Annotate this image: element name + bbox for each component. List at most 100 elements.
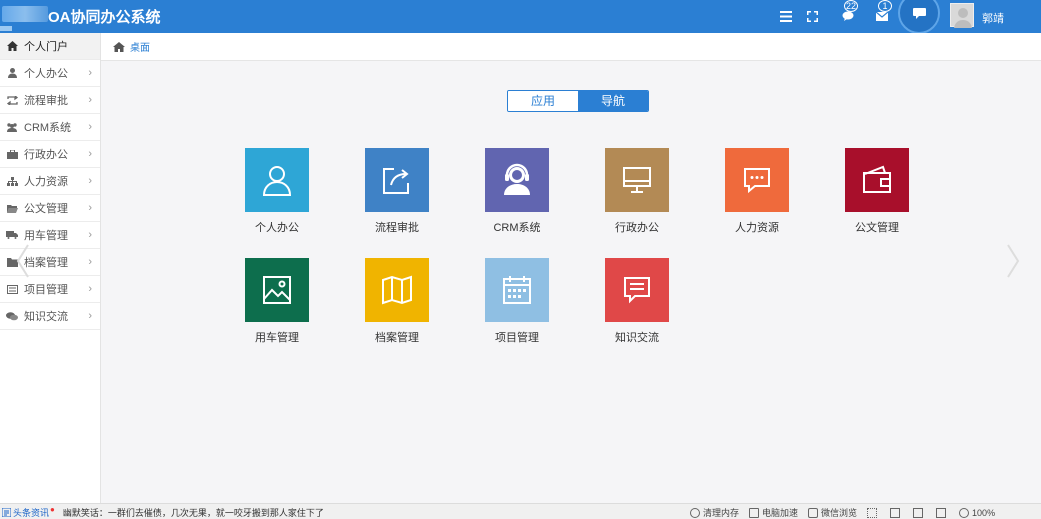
sidebar-item-label: 项目管理 [24, 284, 68, 296]
chevron-right-icon: › [88, 121, 92, 133]
map-icon [382, 275, 412, 305]
menu-icon[interactable] [776, 6, 796, 26]
tray-icon-2[interactable] [890, 507, 903, 518]
tile-box[interactable] [605, 258, 669, 322]
user-icon [6, 67, 18, 79]
monitor-icon [623, 167, 651, 193]
tab-apps[interactable]: 应用 [508, 91, 578, 111]
wallet-icon [863, 165, 891, 193]
news-ticker[interactable]: 幽默笑话：一群们去催债，几次无果，就一咬牙搬到那人家住下了 [63, 506, 324, 519]
list-box-icon [6, 283, 18, 295]
user-tray-icon [867, 507, 878, 518]
tile-label: 项目管理 [495, 332, 539, 344]
fullscreen-icon[interactable] [802, 6, 822, 26]
tile-label: 用车管理 [255, 332, 299, 344]
next-arrow-icon[interactable] [1003, 241, 1023, 281]
tile-workflow[interactable]: 流程审批 [352, 148, 442, 235]
tile-crm[interactable]: CRM系统 [472, 148, 562, 235]
tile-box[interactable] [485, 258, 549, 322]
tile-label: 个人办公 [255, 222, 299, 234]
card-icon [890, 507, 901, 518]
tile-admin-office[interactable]: 行政办公 [592, 148, 682, 235]
sidebar-item-label: 个人门户 [24, 41, 68, 53]
tile-label: 人力资源 [735, 222, 779, 234]
sidebar-item-hr[interactable]: 人力资源 › [0, 168, 100, 195]
message-button[interactable] [898, 0, 940, 34]
retweet-icon [6, 94, 18, 106]
share-box-icon [383, 168, 409, 194]
zoom-level[interactable]: 100% [959, 507, 995, 518]
tile-box[interactable] [845, 148, 909, 212]
sidebar-item-knowledge[interactable]: 知识交流 › [0, 303, 100, 330]
tile-box[interactable] [245, 258, 309, 322]
chevron-right-icon: › [88, 67, 92, 79]
chevron-right-icon: › [88, 202, 92, 214]
tile-archive-mgmt[interactable]: 档案管理 [352, 258, 442, 345]
tile-vehicle-mgmt[interactable]: 用车管理 [232, 258, 322, 345]
sidebar-item-personal[interactable]: 个人办公 › [0, 60, 100, 87]
news-label[interactable]: 头条资讯 [13, 506, 49, 519]
news-icon [2, 508, 11, 517]
chevron-right-icon: › [88, 148, 92, 160]
tile-box[interactable] [725, 148, 789, 212]
top-bar: OA协同办公系统 22 1 郭靖 [0, 0, 1041, 34]
tile-box[interactable] [365, 258, 429, 322]
tile-label: 流程审批 [375, 222, 419, 234]
mail-badge: 1 [878, 0, 892, 12]
breadcrumb-desktop[interactable]: 桌面 [130, 39, 150, 54]
chevron-right-icon: › [88, 256, 92, 268]
folder-open-icon [6, 202, 18, 214]
logo-mark [0, 26, 12, 31]
sidebar-item-crm[interactable]: CRM系统 › [0, 114, 100, 141]
tile-hr[interactable]: 人力资源 [712, 148, 802, 235]
sidebar-item-workflow[interactable]: 流程审批 › [0, 87, 100, 114]
sidebar-item-admin[interactable]: 行政办公 › [0, 141, 100, 168]
home-icon [6, 40, 18, 52]
message-icon [912, 7, 926, 19]
tile-box[interactable] [365, 148, 429, 212]
customer-service-icon [504, 163, 530, 195]
tile-label: 知识交流 [615, 332, 659, 344]
wechat-browse-button[interactable]: 微信浏览 [808, 506, 857, 519]
tile-box[interactable] [605, 148, 669, 212]
home-icon[interactable] [113, 41, 125, 52]
sidebar-item-label: 个人办公 [24, 68, 68, 80]
tray-icon-3[interactable] [913, 507, 926, 518]
tile-knowledge[interactable]: 知识交流 [592, 258, 682, 345]
chat-badge: 22 [844, 0, 858, 12]
prev-arrow-icon[interactable] [13, 241, 33, 281]
tray-icon-1[interactable] [867, 507, 880, 518]
briefcase-icon [6, 148, 18, 160]
search-icon [959, 507, 970, 518]
speed-up-button[interactable]: 电脑加速 [749, 506, 798, 519]
chevron-right-icon: › [88, 94, 92, 106]
sidebar-item-label: 公文管理 [24, 203, 68, 215]
chevron-right-icon: › [88, 175, 92, 187]
sidebar-item-label: 人力资源 [24, 176, 68, 188]
tile-label: 公文管理 [855, 222, 899, 234]
tile-project-mgmt[interactable]: 项目管理 [472, 258, 562, 345]
username[interactable]: 郭靖 [982, 10, 1004, 26]
taskbar: 头条资讯 ● 幽默笑话：一群们去催债，几次无果，就一咬牙搬到那人家住下了 清理内… [0, 503, 1041, 519]
chevron-right-icon: › [88, 310, 92, 322]
comments-icon [6, 310, 18, 322]
mail-icon[interactable]: 1 [872, 0, 892, 26]
tile-personal-office[interactable]: 个人办公 [232, 148, 322, 235]
tile-document-mgmt[interactable]: 公文管理 [832, 148, 922, 235]
avatar[interactable] [950, 3, 974, 28]
tile-label: CRM系统 [493, 222, 541, 234]
plus-box-icon [808, 507, 819, 518]
sidebar-item-label: 知识交流 [24, 311, 68, 323]
clean-memory-button[interactable]: 清理内存 [690, 506, 739, 519]
sidebar-item-documents[interactable]: 公文管理 › [0, 195, 100, 222]
tile-box[interactable] [245, 148, 309, 212]
tile-box[interactable] [485, 148, 549, 212]
chat-notification-icon[interactable]: 22 [838, 0, 858, 26]
sidebar-item-portal[interactable]: 个人门户 [0, 33, 100, 60]
speaker-icon [913, 507, 924, 518]
tile-label: 行政办公 [615, 222, 659, 234]
tray-icon-4[interactable] [936, 507, 949, 518]
group-icon [6, 121, 18, 133]
tab-navigation[interactable]: 导航 [578, 91, 648, 111]
news-dot: ● [50, 505, 55, 514]
